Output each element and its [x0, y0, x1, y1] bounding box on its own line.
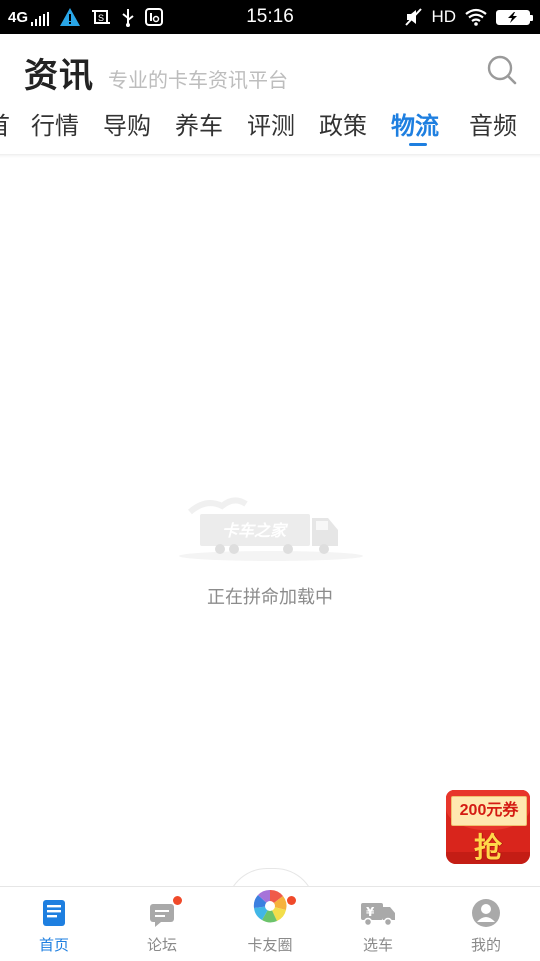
coupon-red-envelope[interactable]: 200元券 抢: [444, 782, 532, 868]
svg-text:¥: ¥: [366, 905, 375, 919]
app-header: 资讯 专业的卡车资讯平台: [0, 34, 540, 102]
search-icon: [487, 55, 517, 85]
mute-icon: [405, 8, 423, 26]
nav-home[interactable]: 首页: [0, 886, 108, 960]
active-tab-indicator: [409, 143, 427, 146]
tabs-divider: [0, 154, 540, 158]
category-tabs: 首 行情 导购 养车 评测 政策 物流 音频: [0, 102, 540, 155]
loading-truck-illustration: 卡车之家: [176, 490, 366, 562]
truck-circle-badge: [287, 896, 296, 905]
pinwheel-icon: [253, 889, 287, 923]
battery-charging-icon: [496, 9, 533, 25]
tab-audio[interactable]: 音频: [469, 106, 517, 141]
tab-policy[interactable]: 政策: [319, 106, 367, 141]
tab-partial[interactable]: 首: [0, 106, 10, 141]
forum-badge: [173, 896, 182, 905]
page-title: 资讯: [24, 56, 94, 96]
status-bar: 4G S 15:16 HD: [0, 0, 540, 34]
nav-profile[interactable]: 我的: [432, 886, 540, 960]
coupon-label: 200元券: [451, 796, 527, 826]
news-icon: [43, 900, 65, 926]
nav-forum[interactable]: 论坛: [108, 886, 216, 960]
loading-text: 正在拼命加载中: [207, 587, 333, 608]
search-button[interactable]: [486, 54, 518, 86]
tab-logistics[interactable]: 物流: [391, 106, 439, 141]
nav-truck-circle[interactable]: 卡友圈: [216, 886, 324, 960]
nav-label: 首页: [38, 936, 69, 954]
nav-label: 选车: [362, 936, 393, 954]
status-right: HD: [405, 0, 533, 34]
nav-label: 我的: [470, 936, 501, 954]
tab-market[interactable]: 行情: [31, 106, 79, 141]
nav-label: 论坛: [146, 936, 177, 954]
loading-watermark: 卡车之家: [222, 521, 289, 540]
tab-buying-guide[interactable]: 导购: [103, 106, 151, 141]
profile-icon: [472, 899, 500, 927]
hd-indicator: HD: [431, 7, 456, 26]
coupon-grab-text: 抢: [473, 831, 502, 864]
nav-label: 卡友圈: [247, 936, 293, 954]
nav-choose-truck[interactable]: ¥ 选车: [324, 886, 432, 960]
tab-maintenance[interactable]: 养车: [175, 106, 223, 141]
truck-placeholder-icon: 卡车之家: [179, 497, 363, 561]
wifi-icon: [465, 8, 487, 26]
tab-review[interactable]: 评测: [247, 106, 295, 141]
page-subtitle: 专业的卡车资讯平台: [108, 68, 288, 92]
truck-price-icon: ¥: [361, 903, 395, 927]
